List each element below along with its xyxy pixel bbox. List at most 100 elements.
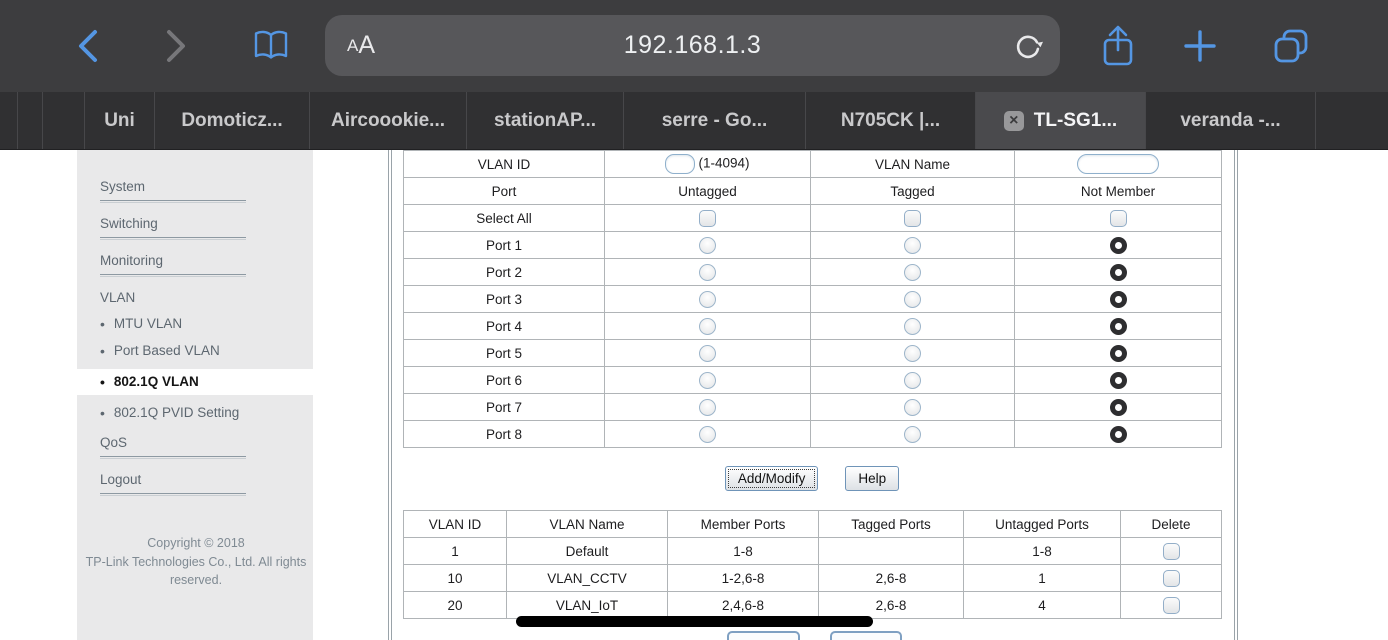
col-vlan-id: VLAN ID (403, 510, 507, 538)
not-member-radio[interactable] (1109, 398, 1127, 416)
not-member-radio[interactable] (1109, 371, 1127, 389)
vlan-name-input[interactable] (1077, 154, 1159, 174)
sidebar-item-port-based-vlan[interactable]: • Port Based VLAN (100, 342, 313, 360)
not-member-radio[interactable] (1109, 344, 1127, 362)
add-modify-button[interactable]: Add/Modify (724, 466, 819, 491)
reload-button[interactable] (1012, 30, 1044, 67)
back-button[interactable] (76, 28, 100, 64)
untagged-radio[interactable] (699, 263, 716, 281)
col-vlan-name: VLAN Name (506, 510, 668, 538)
untagged-radio[interactable] (699, 425, 716, 443)
reader-text-size-button[interactable]: AA (347, 15, 375, 76)
tagged-radio[interactable] (904, 317, 921, 335)
browser-toolbar: AA 192.168.1.3 (0, 0, 1388, 92)
untagged-radio[interactable] (699, 290, 716, 308)
sidebar-item-802-1q-vlan[interactable]: • 802.1Q VLAN (77, 369, 313, 395)
help-button[interactable]: Help (845, 466, 900, 491)
col-tagged-ports: Tagged Ports (818, 510, 964, 538)
page-content: System Switching Monitoring VLAN • MTU VLAN • P… (0, 150, 1388, 640)
not-member-radio[interactable] (1109, 425, 1127, 443)
port-label-cell: Port 3 (403, 285, 605, 313)
back-chevron-icon (79, 30, 97, 62)
select-all-not-member-checkbox[interactable] (1109, 209, 1127, 227)
address-bar[interactable]: AA 192.168.1.3 (325, 15, 1060, 76)
delete-checkbox[interactable] (1162, 569, 1180, 587)
vlan-member-cell: 2,4,6-8 (667, 591, 819, 619)
sidebar-item-system[interactable]: System (100, 179, 313, 203)
sidebar-item-switching[interactable]: Switching (100, 216, 313, 240)
reading-list-button[interactable] (252, 29, 290, 62)
tab-close-icon[interactable]: × (1003, 110, 1024, 131)
forward-button[interactable] (164, 28, 188, 64)
tab-uni[interactable]: Uni (85, 92, 155, 149)
tab-n705ck[interactable]: N705CK |... (806, 92, 976, 149)
cutoff-button-right[interactable] (830, 631, 902, 640)
select-all-untagged-checkbox[interactable] (699, 209, 716, 227)
tagged-radio[interactable] (904, 263, 921, 281)
sidebar-item-vlan[interactable]: VLAN (100, 290, 313, 306)
untagged-radio[interactable] (699, 371, 716, 389)
delete-checkbox[interactable] (1162, 596, 1180, 614)
sidebar-item-mtu-vlan[interactable]: • MTU VLAN (100, 315, 313, 333)
port-row: Port 6 (403, 366, 1222, 394)
untagged-radio[interactable] (699, 236, 716, 254)
tab-aircoookie[interactable]: Aircoookie... (310, 92, 467, 149)
port-row: Port 1 (403, 231, 1222, 259)
not-member-radio[interactable] (1109, 263, 1127, 281)
vlan-member-cell: 1-8 (667, 537, 819, 565)
tab-domoticz[interactable]: Domoticz... (155, 92, 310, 149)
tab-label: N705CK |... (840, 109, 941, 131)
tab-tl-sg1[interactable]: × TL-SG1... (976, 92, 1146, 149)
port-label-cell: Port 7 (403, 393, 605, 421)
sidebar-menu: System Switching Monitoring VLAN • MTU VLAN • P… (77, 179, 313, 496)
vlan-row: 1 Default 1-8 1-8 (403, 537, 1222, 565)
tab-label: veranda -... (1180, 109, 1281, 131)
browser-tab-partial-3[interactable] (43, 92, 85, 149)
vlan-untagged-cell: 1-8 (963, 537, 1121, 565)
port-row: Port 8 (403, 420, 1222, 448)
tagged-radio[interactable] (904, 344, 921, 362)
delete-checkbox[interactable] (1162, 542, 1180, 560)
tab-veranda[interactable]: veranda -... (1146, 92, 1316, 149)
tagged-radio[interactable] (904, 236, 921, 254)
tab-label: serre - Go... (661, 109, 768, 131)
select-all-tagged-checkbox[interactable] (904, 209, 921, 227)
bullet-icon: • (100, 374, 105, 390)
sidebar-item-qos[interactable]: QoS (100, 435, 313, 459)
tagged-radio[interactable] (904, 398, 921, 416)
tab-overview-button[interactable] (1272, 27, 1310, 65)
tab-label: Uni (104, 109, 135, 131)
browser-tab-partial-2[interactable] (18, 92, 43, 149)
sidebar-divider (100, 274, 246, 277)
sidebar-item-monitoring[interactable]: Monitoring (100, 253, 313, 277)
tagged-radio[interactable] (904, 290, 921, 308)
port-row: Port 5 (403, 339, 1222, 367)
vlan-id-cell: (1-4094) (604, 150, 811, 178)
untagged-radio[interactable] (699, 398, 716, 416)
port-label-cell: Port 8 (403, 420, 605, 448)
tab-serre-go[interactable]: serre - Go... (624, 92, 806, 149)
untagged-radio[interactable] (699, 344, 716, 362)
sidebar-item-label: QoS (100, 435, 128, 450)
not-member-radio[interactable] (1109, 236, 1127, 254)
vlan-id-cell: 10 (403, 564, 507, 592)
share-button[interactable] (1100, 24, 1136, 69)
sidebar-item-802-1q-pvid-setting[interactable]: • 802.1Q PVID Setting (100, 404, 313, 422)
tab-stationap[interactable]: stationAP... (467, 92, 624, 149)
not-member-radio[interactable] (1109, 317, 1127, 335)
sidebar-item-label: 802.1Q VLAN (113, 374, 199, 389)
untagged-radio[interactable] (699, 317, 716, 335)
cutoff-button-left[interactable] (727, 631, 800, 640)
vlan-id-input[interactable] (665, 154, 696, 174)
sidebar-divider (100, 456, 246, 459)
sidebar-item-label: VLAN (100, 290, 136, 305)
not-member-radio[interactable] (1109, 290, 1127, 308)
tagged-radio[interactable] (904, 425, 921, 443)
sidebar-item-logout[interactable]: Logout (100, 472, 313, 496)
vlan-id-cell: 1 (403, 537, 507, 565)
new-tab-button[interactable] (1182, 28, 1218, 64)
tagged-radio[interactable] (904, 371, 921, 389)
browser-tab-partial-1[interactable] (0, 92, 18, 149)
select-all-label: Select All (403, 204, 605, 232)
col-tagged: Tagged (810, 177, 1015, 205)
